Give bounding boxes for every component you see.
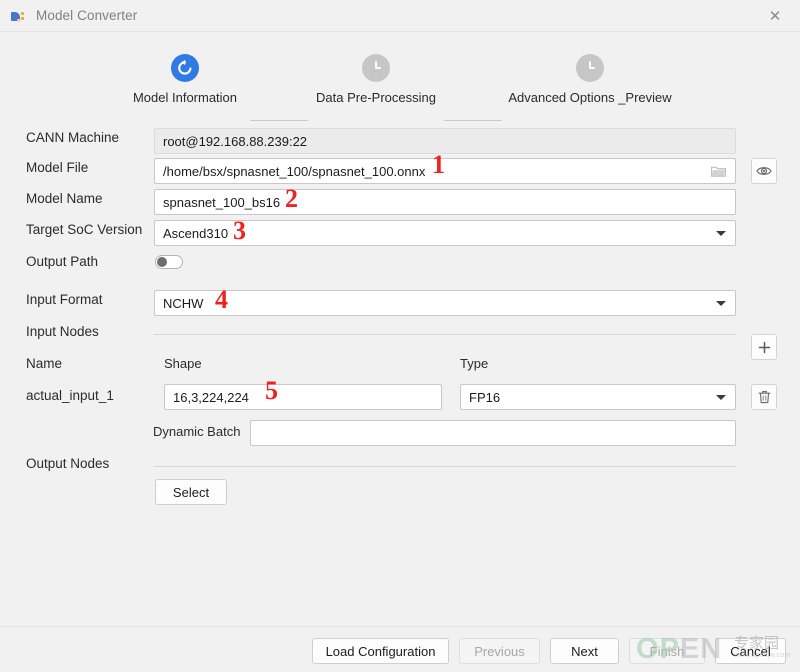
step-2-label: Data Pre-Processing	[316, 90, 436, 105]
row-output-nodes: Output Nodes	[0, 454, 800, 478]
step-3-icon-wrap	[490, 52, 690, 84]
target-soc-version-label: Target SoC Version	[26, 222, 143, 237]
toggle-knob	[157, 257, 167, 267]
column-header-shape: Shape	[164, 356, 202, 371]
type-value: FP16	[469, 389, 501, 405]
column-header-name: Name	[26, 356, 63, 371]
row-model-file: Model File /home/bsx/spnasnet_100/spnasn…	[0, 158, 800, 184]
input-nodes-divider	[154, 334, 736, 335]
row-dynamic-batch: Dynamic Batch	[0, 420, 800, 446]
model-file-value: /home/bsx/spnasnet_100/spnasnet_100.onnx	[163, 163, 426, 179]
model-converter-window: Model Converter ✕ Model Information Data…	[0, 0, 800, 672]
chevron-down-icon[interactable]	[716, 301, 726, 306]
type-field[interactable]: FP16	[460, 384, 736, 410]
eye-icon[interactable]	[751, 158, 777, 184]
chevron-down-icon[interactable]	[716, 395, 726, 400]
step-1-label: Model Information	[132, 90, 238, 105]
clock-icon	[576, 54, 604, 82]
input-format-label: Input Format	[26, 292, 103, 307]
cann-machine-label: CANN Machine	[26, 130, 120, 145]
window-title: Model Converter	[36, 8, 138, 23]
target-soc-version-field[interactable]: Ascend310	[154, 220, 736, 246]
footer-divider	[0, 626, 800, 627]
dynamic-batch-label: Dynamic Batch	[153, 424, 241, 439]
output-nodes-divider	[154, 466, 736, 467]
shape-value: 16,3,224,224	[173, 389, 249, 405]
step-data-pre-processing[interactable]: Data Pre-Processing	[276, 52, 476, 105]
next-button[interactable]: Next	[550, 638, 619, 664]
input-format-field[interactable]: NCHW	[154, 290, 736, 316]
model-name-field[interactable]: spnasnet_100_bs16	[154, 189, 736, 215]
row-model-name: Model Name spnasnet_100_bs16	[0, 189, 800, 215]
cancel-button[interactable]: Cancel	[715, 638, 786, 664]
row-input-format: Input Format NCHW	[0, 290, 800, 316]
model-name-label: Model Name	[26, 191, 103, 206]
step-connector-2	[444, 120, 502, 121]
wizard-stepper: Model Information Data Pre-Processing Ad…	[0, 52, 800, 121]
folder-icon[interactable]	[711, 165, 726, 177]
input-nodes-label: Input Nodes	[26, 324, 99, 339]
title-bar: Model Converter ✕	[0, 0, 800, 31]
row-cann-machine: CANN Machine root@192.168.88.239:22	[0, 128, 800, 154]
row-output-path: Output Path	[0, 252, 800, 276]
row-target-soc-version: Target SoC Version Ascend310	[0, 220, 800, 246]
cann-machine-value: root@192.168.88.239:22	[163, 133, 308, 149]
model-converter-logo-icon	[11, 8, 27, 24]
step-2-icon-wrap	[276, 52, 476, 84]
refresh-icon	[171, 54, 199, 82]
shape-field[interactable]: 16,3,224,224	[164, 384, 442, 410]
clock-icon	[362, 54, 390, 82]
model-file-label: Model File	[26, 160, 89, 175]
column-header-type: Type	[460, 356, 489, 371]
load-configuration-button[interactable]: Load Configuration	[312, 638, 449, 664]
step-1-icon-wrap	[85, 52, 285, 84]
target-soc-version-value: Ascend310	[163, 225, 229, 241]
cann-machine-field[interactable]: root@192.168.88.239:22	[154, 128, 736, 154]
dynamic-batch-field[interactable]	[250, 420, 736, 446]
close-icon[interactable]: ✕	[758, 4, 792, 28]
output-path-toggle[interactable]	[155, 255, 183, 269]
row-input-node-columns: Name Shape Type	[0, 354, 800, 378]
previous-button: Previous	[459, 638, 540, 664]
chevron-down-icon[interactable]	[716, 231, 726, 236]
finish-button: Finish	[629, 638, 705, 664]
select-output-nodes-button[interactable]: Select	[155, 479, 227, 505]
input-node-name: actual_input_1	[26, 388, 114, 403]
model-name-value: spnasnet_100_bs16	[163, 194, 281, 210]
input-format-value: NCHW	[163, 295, 204, 311]
output-path-label: Output Path	[26, 254, 99, 269]
step-model-information[interactable]: Model Information	[85, 52, 285, 105]
step-advanced-options[interactable]: Advanced Options _Preview	[490, 52, 690, 105]
model-file-field[interactable]: /home/bsx/spnasnet_100/spnasnet_100.onnx	[154, 158, 736, 184]
trash-icon[interactable]	[751, 384, 777, 410]
titlebar-divider	[0, 31, 800, 32]
output-nodes-label: Output Nodes	[26, 456, 110, 471]
step-connector-1	[250, 120, 308, 121]
row-input-nodes: Input Nodes	[0, 322, 800, 360]
table-row: actual_input_1 16,3,224,224 FP16	[0, 384, 800, 410]
step-3-label: Advanced Options _Preview	[508, 90, 672, 105]
